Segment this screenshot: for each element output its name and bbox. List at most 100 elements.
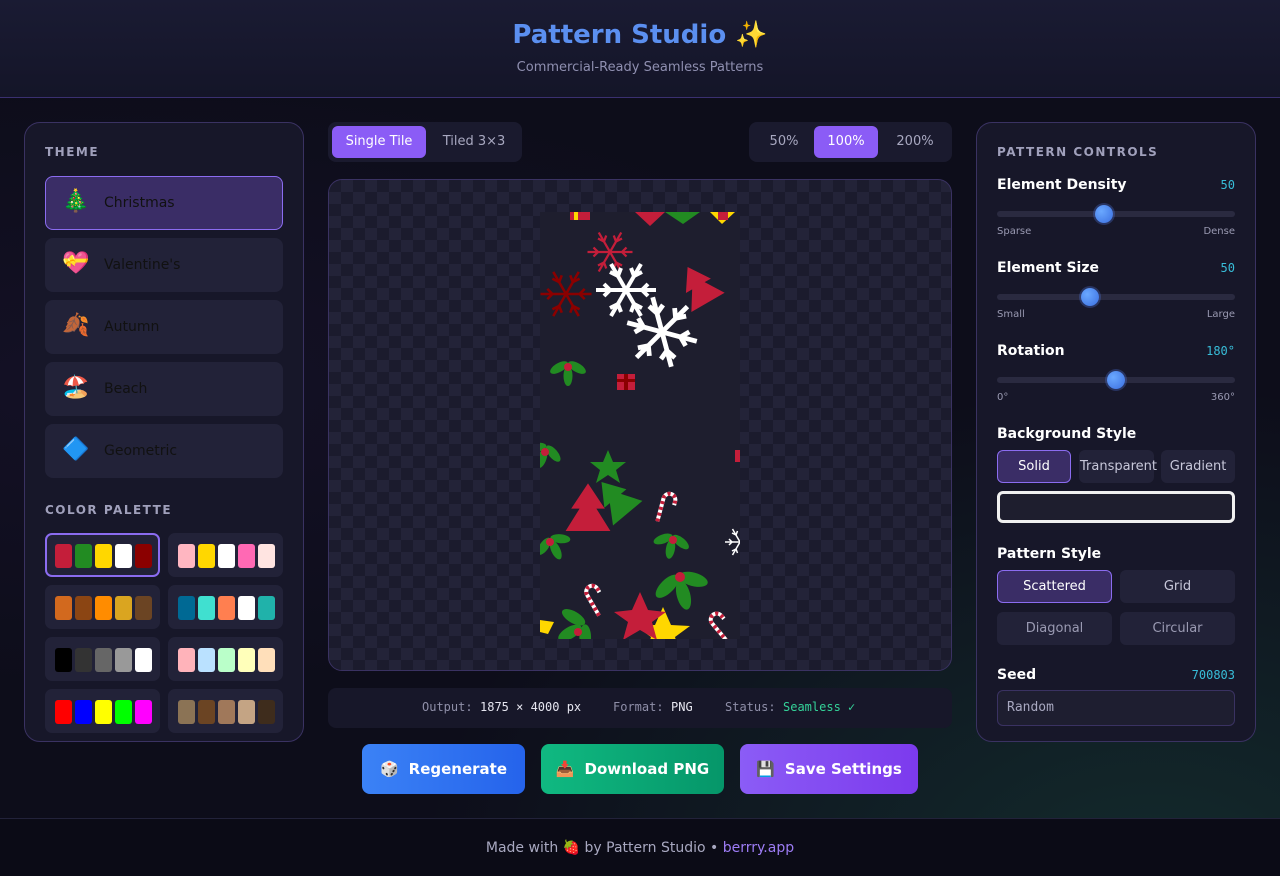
color-swatch [75,596,92,620]
color-swatch [238,596,255,620]
output-info-bar: Output: 1875 × 4000 px Format: PNG Statu… [328,688,952,728]
footer-link[interactable]: berrry.app [723,840,794,856]
view-single-tile-button[interactable]: Single Tile [332,126,426,158]
fallen-leaf-icon: 🍂 [62,313,90,338]
background-color-picker[interactable] [997,491,1235,523]
palette-swatch-set[interactable] [45,585,160,629]
color-swatch [198,544,215,568]
palette-swatch-set[interactable] [45,689,160,733]
density-title: Element Density [997,177,1127,193]
format-value: PNG [671,700,693,714]
palette-section-label: COLOR PALETTE [45,503,173,517]
save-settings-button[interactable]: 💾 Save Settings [740,744,918,794]
rotation-slider-thumb[interactable] [1107,371,1125,389]
color-swatch [258,596,275,620]
rotation-min-label: 0° [997,392,1009,403]
pattern-diagonal-button[interactable]: Diagonal [997,612,1112,645]
zoom-50-button[interactable]: 50% [753,126,815,158]
regenerate-label: Regenerate [408,760,508,778]
size-title: Element Size [997,260,1099,276]
output-label: Output: [422,700,473,714]
color-swatch [135,596,152,620]
theme-item-christmas[interactable]: 🎄 Christmas [45,176,283,230]
background-transparent-button[interactable]: Transparent [1079,450,1157,483]
color-swatch [55,700,72,724]
theme-item-valentines[interactable]: 💝 Valentine's [45,238,283,292]
heart-gift-icon: 💝 [62,251,90,276]
pattern-circular-button[interactable]: Circular [1120,612,1235,645]
size-slider[interactable] [997,288,1235,306]
size-value: 50 [1220,261,1235,275]
theme-panel: THEME 🎄 Christmas 💝 Valentine's 🍂 Autumn… [24,122,304,742]
color-swatch [198,700,215,724]
dice-icon: 🎲 [379,760,399,778]
controls-section-label: PATTERN CONTROLS [997,145,1159,159]
color-swatch [218,544,235,568]
view-tiled-button[interactable]: Tiled 3×3 [430,126,518,158]
zoom-100-button[interactable]: 100% [814,126,878,158]
pattern-scattered-button[interactable]: Scattered [997,570,1112,603]
app-header: Pattern Studio ✨ Commercial-Ready Seamle… [0,0,1280,98]
palette-swatch-set[interactable] [168,689,283,733]
palette-swatch-set[interactable] [168,637,283,681]
color-swatch [75,648,92,672]
color-swatch [238,648,255,672]
color-swatch [55,544,72,568]
background-solid-button[interactable]: Solid [997,450,1071,483]
palette-swatch-set[interactable] [45,533,160,577]
color-swatch [198,648,215,672]
theme-item-label: Autumn [104,319,160,335]
density-min-label: Sparse [997,226,1032,237]
beach-umbrella-icon: 🏖️ [62,375,90,400]
seed-input[interactable]: Random [997,690,1235,726]
color-swatch [258,648,275,672]
size-slider-thumb[interactable] [1080,288,1099,306]
floppy-disk-icon: 💾 [756,760,775,778]
background-style-title: Background Style [997,426,1137,442]
color-swatch [115,544,132,568]
theme-item-label: Beach [104,381,148,397]
download-tray-icon: 📥 [555,760,575,778]
rotation-slider[interactable] [997,371,1235,389]
theme-item-autumn[interactable]: 🍂 Autumn [45,300,283,354]
seed-title: Seed [997,667,1037,683]
seed-value: 700803 [1191,668,1235,682]
color-swatch [55,648,72,672]
color-swatch [115,596,132,620]
color-swatch [115,648,132,672]
theme-item-beach[interactable]: 🏖️ Beach [45,362,283,416]
pattern-grid-button[interactable]: Grid [1120,570,1235,603]
zoom-200-button[interactable]: 200% [882,126,948,158]
download-png-button[interactable]: 📥 Download PNG [541,744,724,794]
zoom-toggle: 50% 100% 200% [749,122,952,162]
color-swatch [95,648,112,672]
background-gradient-button[interactable]: Gradient [1161,450,1235,483]
status-value: Seamless ✓ [783,700,856,714]
color-swatch [178,648,195,672]
blue-diamond-icon: 🔷 [62,437,90,462]
density-slider[interactable] [997,205,1235,223]
pattern-artwork [540,212,740,639]
footer-text: Made with 🍓 by Pattern Studio • [485,840,719,856]
format-label: Format: [613,700,664,714]
color-swatch [135,648,152,672]
pattern-preview [328,179,952,671]
theme-item-geometric[interactable]: 🔷 Geometric [45,424,283,478]
color-swatch [218,648,235,672]
color-swatch [115,700,132,724]
rotation-max-label: 360° [1210,392,1235,403]
color-swatch [75,700,92,724]
regenerate-button[interactable]: 🎲 Regenerate [362,744,525,794]
palette-swatch-set[interactable] [45,637,160,681]
color-swatch [218,596,235,620]
color-swatch [258,544,275,568]
save-settings-label: Save Settings [784,760,902,778]
palette-swatch-set[interactable] [168,533,283,577]
density-value: 50 [1220,178,1235,192]
palette-swatch-set[interactable] [168,585,283,629]
color-swatch [178,596,195,620]
color-swatch [258,700,275,724]
density-slider-thumb[interactable] [1095,205,1114,223]
color-swatch [198,596,215,620]
color-swatch [238,700,255,724]
